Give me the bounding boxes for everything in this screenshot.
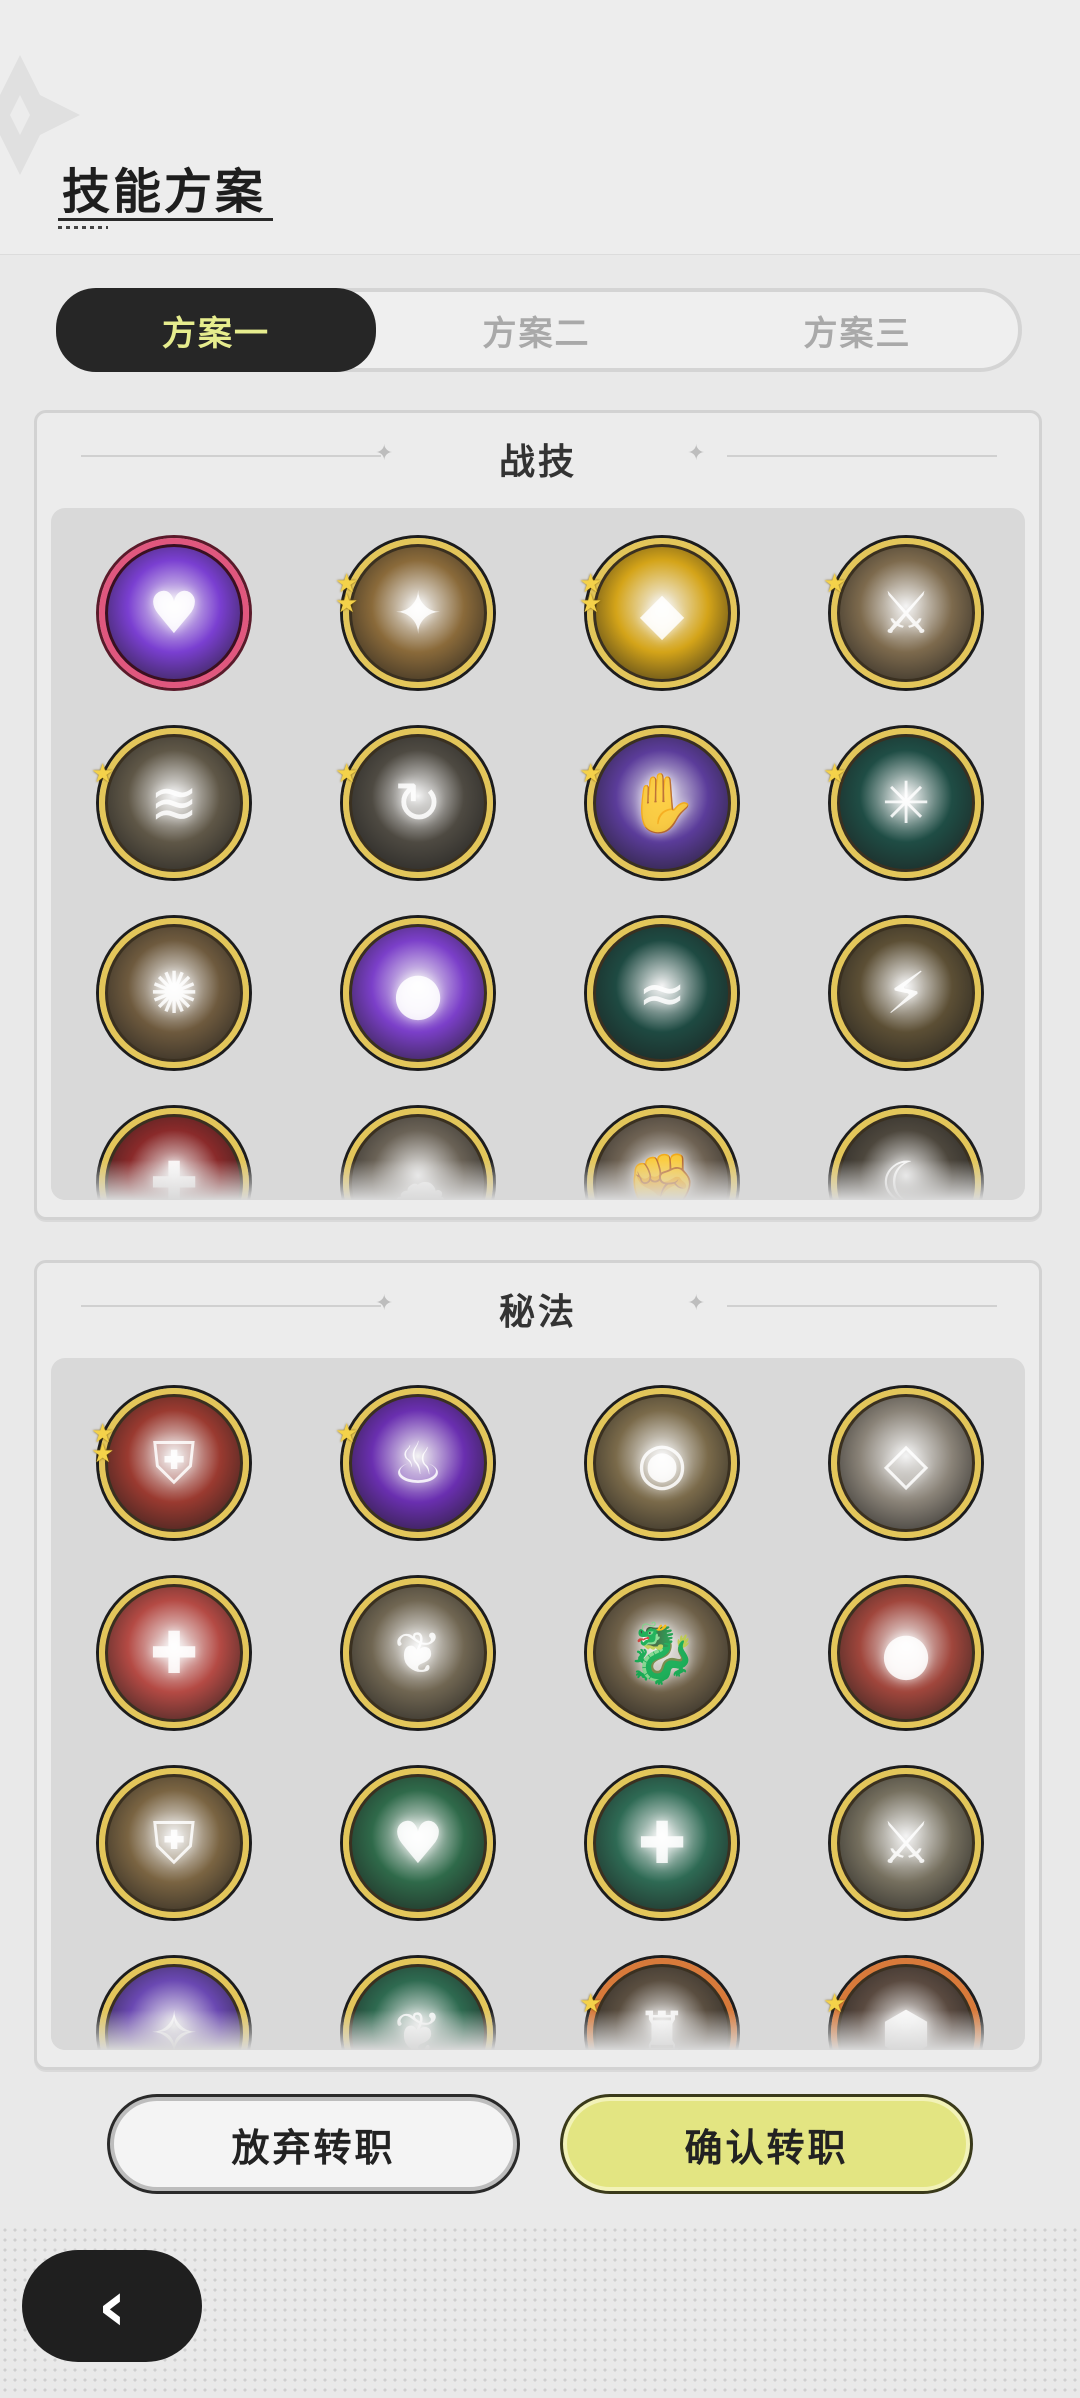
combat-skill-grid-viewport[interactable]: ♥✦★★◆★★⚔★≋★↻★✋★✳★✺●≈⚡✚☁✊☾ (51, 508, 1025, 1200)
skill-glyph: 🐉 (625, 1618, 699, 1687)
combat-section-title: 战技 (498, 442, 577, 483)
combat-panel-header: ✦ 战技 ✦ (37, 413, 1039, 503)
skill-glyph: ♥ (148, 579, 200, 647)
back-button[interactable]: ‹ (22, 2250, 202, 2362)
whirl-slash-skill-icon[interactable]: ↻ ★ (335, 728, 493, 878)
skill-glyph: ● (392, 959, 444, 1027)
skill-glyph: ✋ (625, 768, 699, 837)
wind-slash-skill-icon[interactable]: ≋ ★ (91, 728, 249, 878)
star-rank-icon: ★ (335, 759, 359, 789)
tab-plan-1[interactable]: 方案一 (56, 288, 376, 372)
skill-glyph: ♥ (392, 1809, 444, 1877)
skill-glyph: ⚡ (885, 959, 927, 1027)
combat-skills-panel: ✦ 战技 ✦ ♥✦★★◆★★⚔★≋★↻★✋★✳★✺●≈⚡✚☁✊☾ (34, 410, 1042, 1220)
scroll-fade (51, 1160, 1025, 1200)
skill-glyph: ↻ (393, 769, 443, 837)
arcane-skill-grid-viewport[interactable]: ⛨★★♨★◉◇✚❦🐉●⛨♥✚⚔✧❦♜★⬢★ (51, 1358, 1025, 2050)
skill-glyph: ≈ (637, 959, 687, 1027)
star-rank-icon: ★ (335, 1419, 359, 1449)
skill-glyph: ♨ (392, 1429, 444, 1497)
confirm-class-change-button[interactable]: 确认转职 (563, 2097, 970, 2191)
abandon-class-change-button[interactable]: 放弃转职 (110, 2097, 517, 2191)
skill-glyph: ◉ (636, 1429, 688, 1497)
title-underline (58, 218, 273, 221)
lightning-strike-skill-icon[interactable]: ⚡ (831, 918, 981, 1068)
skill-glyph: ✦ (393, 579, 443, 647)
skill-glyph: ✚ (149, 1619, 199, 1687)
skill-glyph: ◆ (639, 579, 685, 647)
purple-heart-skill-icon[interactable]: ♥ (99, 538, 249, 688)
dragon-skill-icon[interactable]: 🐉 (587, 1578, 737, 1728)
shadow-claw-skill-icon[interactable]: ✋ ★ (579, 728, 737, 878)
purple-fireball-skill-icon[interactable]: ● (343, 918, 493, 1068)
golden-shield-skill-icon[interactable]: ◆ ★ ★ (579, 538, 737, 688)
skill-glyph: ✚ (637, 1809, 687, 1877)
sword-thrust-skill-icon[interactable]: ⚔ ★ (823, 538, 981, 688)
skill-glyph: ⚔ (880, 1809, 932, 1877)
star-rank-icon: ★ (91, 759, 115, 789)
skill-glyph: ⛨ (152, 1428, 196, 1497)
chevron-left-icon: ‹ (97, 2265, 127, 2347)
arcane-section-title: 秘法 (498, 1292, 577, 1333)
sparkle-icon: ✦ (687, 441, 706, 466)
green-heal-pillar-skill-icon[interactable]: ✚ (587, 1768, 737, 1918)
star-rank-icon: ★ ★ (91, 1419, 115, 1469)
red-armor-skill-icon[interactable]: ⛨ ★ ★ (91, 1388, 249, 1538)
golden-swirl-skill-icon[interactable]: ✦ ★ ★ (335, 538, 493, 688)
star-rank-icon: ★ ★ (579, 569, 603, 619)
tab-plan-3[interactable]: 方案三 (697, 292, 1018, 368)
burst-explosion-skill-icon[interactable]: ✺ (99, 918, 249, 1068)
gold-armor-skill-icon[interactable]: ⛨ (99, 1768, 249, 1918)
star-rank-icon: ★ ★ (335, 569, 359, 619)
plan-tabs: 方案一 方案二 方案三 (56, 288, 1022, 372)
all-seeing-eye-skill-icon[interactable]: ◉ (587, 1388, 737, 1538)
skill-glyph: ⛨ (152, 1808, 196, 1877)
skill-glyph: ✺ (149, 959, 199, 1027)
star-rank-icon: ★ (579, 759, 603, 789)
sparkle-icon: ✦ (687, 1291, 706, 1316)
star-rank-icon: ★ (823, 759, 847, 789)
teal-wave-skill-icon[interactable]: ≈ (587, 918, 737, 1068)
red-boulder-skill-icon[interactable]: ● (831, 1578, 981, 1728)
tab-plan-2[interactable]: 方案二 (376, 292, 697, 368)
sword-buff-skill-icon[interactable]: ⚔ (831, 1768, 981, 1918)
skill-glyph: ● (880, 1619, 932, 1687)
red-sword-heal-skill-icon[interactable]: ✚ (99, 1578, 249, 1728)
spider-web-skill-icon[interactable]: ✳ ★ (823, 728, 981, 878)
skill-glyph: ❦ (393, 1619, 443, 1687)
skill-glyph: ≋ (149, 769, 199, 837)
page-title: 技能方案 (62, 164, 267, 220)
title-dots (58, 226, 108, 229)
leaf-crescent-skill-icon[interactable]: ❦ (343, 1578, 493, 1728)
scroll-fade (51, 2010, 1025, 2050)
crystal-shard-skill-icon[interactable]: ◇ (831, 1388, 981, 1538)
skill-glyph: ⚔ (880, 579, 932, 647)
arcane-panel-header: ✦ 秘法 ✦ (37, 1263, 1039, 1353)
purple-flame-skill-icon[interactable]: ♨ ★ (335, 1388, 493, 1538)
arcane-skills-panel: ✦ 秘法 ✦ ⛨★★♨★◉◇✚❦🐉●⛨♥✚⚔✧❦♜★⬢★ (34, 1260, 1042, 2070)
skill-glyph: ✳ (881, 769, 931, 837)
skill-glyph: ◇ (883, 1429, 929, 1497)
star-rank-icon: ★ (823, 569, 847, 599)
green-heart-skill-icon[interactable]: ♥ (343, 1768, 493, 1918)
